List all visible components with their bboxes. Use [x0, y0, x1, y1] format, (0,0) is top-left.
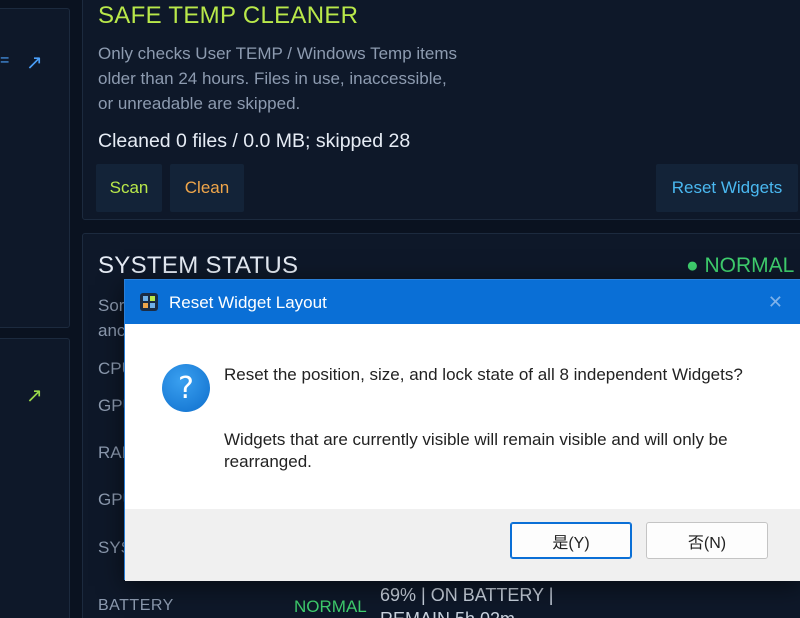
scan-button[interactable]: Scan	[96, 164, 162, 212]
battery-label: BATTERY	[98, 597, 174, 614]
status-desc-fragment: anc	[98, 321, 126, 340]
dialog-detail: Widgets that are currently visible will …	[224, 430, 728, 471]
reset-widgets-button[interactable]: Reset Widgets	[656, 164, 798, 212]
dialog-message: Reset the position, size, and lock state…	[224, 365, 743, 384]
dialog-title: Reset Widget Layout	[169, 293, 327, 312]
no-button[interactable]: 否(N)	[646, 522, 768, 559]
left-widget-panel-bottom	[0, 338, 70, 618]
status-badge: ● NORMAL	[686, 254, 795, 277]
yes-button[interactable]: 是(Y)	[510, 522, 632, 559]
status-title: SYSTEM STATUS	[98, 252, 299, 279]
expand-arrow-icon[interactable]: ↗	[26, 383, 43, 408]
left-eq-fragment: =	[0, 52, 10, 69]
cleaner-description: Only checks User TEMP / Windows Temp ite…	[98, 44, 457, 113]
clean-button[interactable]: Clean	[170, 164, 244, 212]
reset-widget-layout-dialog: Reset Widget Layout ✕ ? Reset the positi…	[124, 279, 800, 581]
cleaner-title: SAFE TEMP CLEANER	[98, 2, 359, 29]
dialog-titlebar[interactable]: Reset Widget Layout ✕	[125, 280, 800, 324]
close-icon[interactable]: ✕	[768, 292, 783, 313]
battery-value: 69% | ON BATTERY | REMAIN 5h 02m	[380, 585, 554, 618]
battery-state: NORMAL	[294, 597, 367, 616]
expand-arrow-icon[interactable]: ↗	[26, 50, 43, 75]
app-icon	[140, 293, 158, 311]
status-row-label: RAI	[98, 443, 127, 462]
question-icon: ?	[162, 364, 210, 412]
status-desc-fragment: Sor	[98, 296, 125, 315]
cleaner-result: Cleaned 0 files / 0.0 MB; skipped 28	[98, 130, 411, 152]
